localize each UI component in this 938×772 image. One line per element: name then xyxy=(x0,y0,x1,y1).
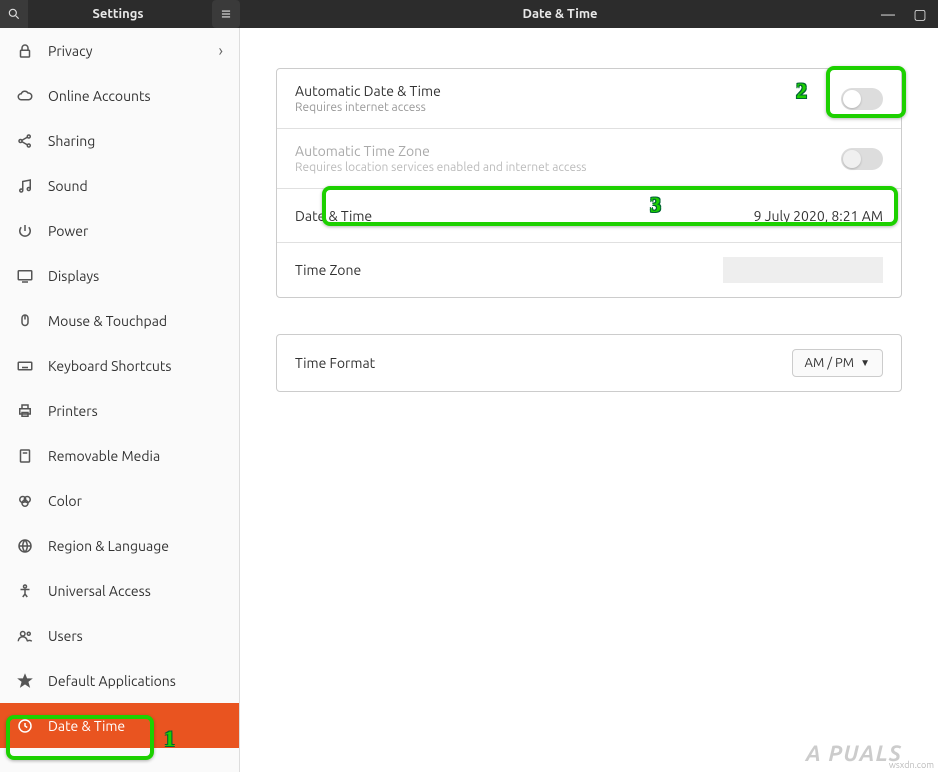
sidebar-item-sharing[interactable]: Sharing xyxy=(0,118,239,163)
sidebar-item-online-accounts[interactable]: Online Accounts xyxy=(0,73,239,118)
timeformat-select[interactable]: AM / PM ▼ xyxy=(792,349,883,377)
printer-icon xyxy=(16,402,34,420)
sidebar-item-label: Displays xyxy=(48,268,223,284)
auto-timezone-toggle xyxy=(841,148,883,170)
watermark: A PUALS xyxy=(806,741,902,766)
auto-datetime-title: Automatic Date & Time xyxy=(295,83,841,99)
sidebar-item-users[interactable]: Users xyxy=(0,613,239,658)
power-icon xyxy=(16,222,34,240)
users-icon xyxy=(16,627,34,645)
sidebar-item-label: Region & Language xyxy=(48,538,223,554)
mouse-icon xyxy=(16,312,34,330)
sidebar-item-default-apps[interactable]: Default Applications xyxy=(0,658,239,703)
timeformat-row: Time Format AM / PM ▼ xyxy=(277,335,901,391)
auto-datetime-toggle[interactable] xyxy=(841,88,883,110)
sidebar-item-label: Universal Access xyxy=(48,583,223,599)
sidebar-item-removable[interactable]: Removable Media xyxy=(0,433,239,478)
lock-icon xyxy=(16,42,34,60)
maximize-button[interactable]: ▢ xyxy=(912,6,928,23)
sidebar-item-label: Date & Time xyxy=(48,718,223,734)
star-icon xyxy=(16,672,34,690)
sidebar-item-label: Default Applications xyxy=(48,673,223,689)
timeformat-panel: Time Format AM / PM ▼ xyxy=(276,334,902,392)
clock-icon xyxy=(16,717,34,735)
app-title: Settings xyxy=(28,7,208,21)
search-icon xyxy=(7,7,21,21)
sidebar-item-label: Power xyxy=(48,223,223,239)
sidebar-item-displays[interactable]: Displays xyxy=(0,253,239,298)
window-controls: — ▢ xyxy=(880,6,938,23)
cloud-icon xyxy=(16,87,34,105)
timeformat-value: AM / PM xyxy=(805,356,855,370)
titlebar: Settings Date & Time — ▢ xyxy=(0,0,938,28)
keyboard-icon xyxy=(16,357,34,375)
sidebar-item-label: Color xyxy=(48,493,223,509)
sidebar-item-label: Online Accounts xyxy=(48,88,223,104)
content-area: Automatic Date & Time Requires internet … xyxy=(240,28,938,772)
timezone-row[interactable]: Time Zone xyxy=(277,243,901,297)
sidebar-item-keyboard[interactable]: Keyboard Shortcuts xyxy=(0,343,239,388)
timeformat-title: Time Format xyxy=(295,355,792,371)
auto-datetime-row[interactable]: Automatic Date & Time Requires internet … xyxy=(277,69,901,129)
sidebar-item-label: Sound xyxy=(48,178,223,194)
sidebar-item-universal[interactable]: Universal Access xyxy=(0,568,239,613)
sidebar-item-date-time[interactable]: Date & Time xyxy=(0,703,239,748)
sidebar-item-region[interactable]: Region & Language xyxy=(0,523,239,568)
dropdown-arrow-icon: ▼ xyxy=(860,357,870,369)
datetime-row[interactable]: Date & Time 9 July 2020, 8:21 AM xyxy=(277,189,901,243)
search-button[interactable] xyxy=(0,0,28,28)
auto-timezone-row: Automatic Time Zone Requires location se… xyxy=(277,129,901,189)
datetime-panel: Automatic Date & Time Requires internet … xyxy=(276,68,902,298)
sidebar-item-color[interactable]: Color xyxy=(0,478,239,523)
minimize-button[interactable]: — xyxy=(880,6,896,23)
sidebar-item-power[interactable]: Power xyxy=(0,208,239,253)
display-icon xyxy=(16,267,34,285)
credit: wsxdn.com xyxy=(889,760,934,770)
datetime-title: Date & Time xyxy=(295,208,754,224)
music-icon xyxy=(16,177,34,195)
hamburger-button[interactable] xyxy=(212,0,240,28)
hamburger-icon xyxy=(219,7,233,21)
sidebar-item-label: Keyboard Shortcuts xyxy=(48,358,223,374)
sidebar: Privacy › Online Accounts Sharing Sound … xyxy=(0,28,240,772)
sidebar-item-printers[interactable]: Printers xyxy=(0,388,239,433)
sidebar-item-label: Sharing xyxy=(48,133,223,149)
timezone-title: Time Zone xyxy=(295,262,723,278)
sidebar-item-label: Removable Media xyxy=(48,448,223,464)
sidebar-item-label: Users xyxy=(48,628,223,644)
drive-icon xyxy=(16,447,34,465)
timezone-value-redacted xyxy=(723,257,883,283)
sidebar-item-label: Mouse & Touchpad xyxy=(48,313,223,329)
chevron-right-icon: › xyxy=(219,42,224,60)
person-icon xyxy=(16,582,34,600)
sidebar-item-label: Printers xyxy=(48,403,223,419)
window-title: Date & Time xyxy=(240,7,880,21)
sidebar-item-privacy[interactable]: Privacy › xyxy=(0,28,239,73)
auto-timezone-sub: Requires location services enabled and i… xyxy=(295,161,841,174)
auto-datetime-sub: Requires internet access xyxy=(295,101,841,114)
share-icon xyxy=(16,132,34,150)
sidebar-item-label: Privacy xyxy=(48,43,205,59)
globe-icon xyxy=(16,537,34,555)
color-icon xyxy=(16,492,34,510)
sidebar-item-mouse[interactable]: Mouse & Touchpad xyxy=(0,298,239,343)
auto-timezone-title: Automatic Time Zone xyxy=(295,143,841,159)
sidebar-item-sound[interactable]: Sound xyxy=(0,163,239,208)
datetime-value: 9 July 2020, 8:21 AM xyxy=(754,208,883,224)
